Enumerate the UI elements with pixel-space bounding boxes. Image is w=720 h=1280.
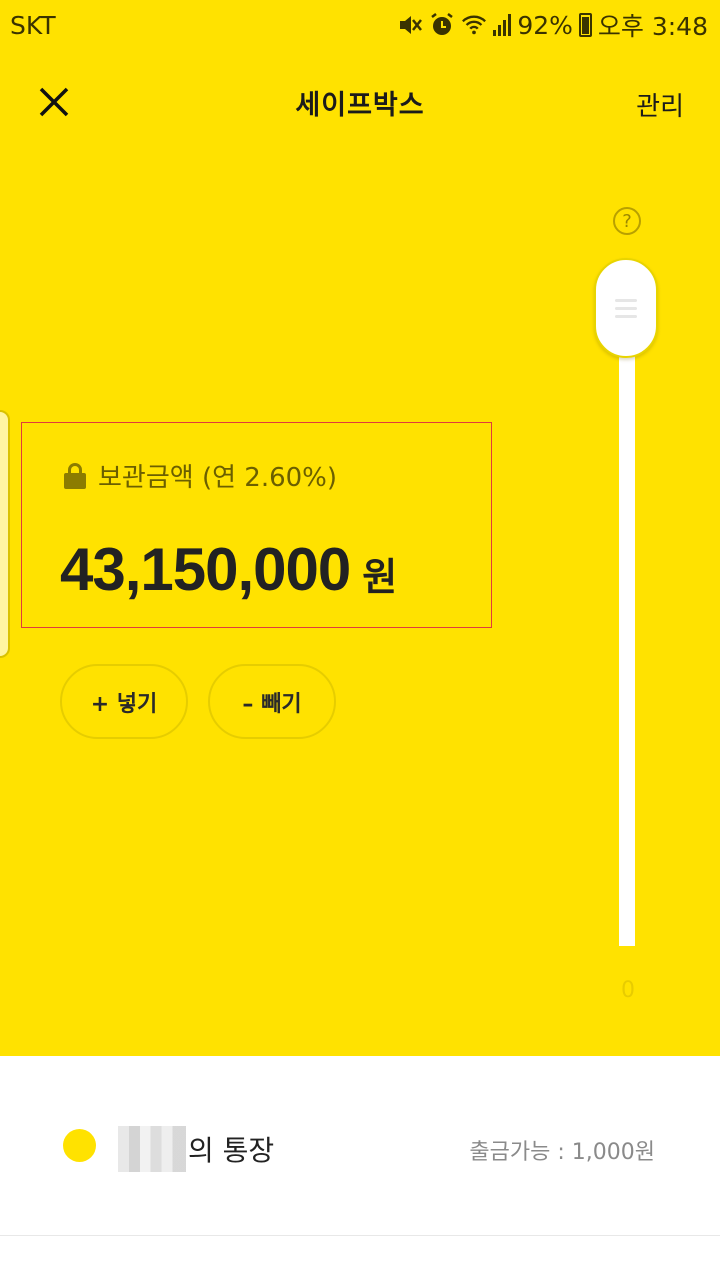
deposit-button[interactable]: + 넣기	[60, 664, 188, 739]
signal-icon	[493, 14, 512, 36]
lock-icon	[64, 462, 86, 489]
withdrawable-amount: 출금가능 : 1,000원	[469, 1140, 655, 1165]
mute-icon	[397, 12, 423, 38]
grip-line	[615, 298, 637, 302]
account-name: 의 통장	[188, 1134, 275, 1167]
grip-line	[615, 314, 637, 318]
stored-amount-row: 43,150,000 원	[60, 535, 397, 604]
account-row[interactable]: 의 통장 출금가능 : 1,000원	[0, 1056, 720, 1236]
stored-amount-label-row: 보관금액 (연 2.60%)	[64, 457, 337, 494]
slider-handle[interactable]	[594, 258, 658, 358]
carrier-label: SKT	[10, 10, 56, 40]
alarm-icon	[429, 12, 455, 38]
stored-amount-value: 43,150,000	[60, 536, 351, 603]
page-title: 세이프박스	[295, 89, 425, 121]
slider-track[interactable]	[619, 330, 635, 946]
header: 세이프박스 관리	[0, 64, 720, 140]
stored-amount-label: 보관금액 (연 2.60%)	[98, 463, 338, 493]
account-panel: 의 통장 출금가능 : 1,000원	[0, 1056, 720, 1280]
withdraw-button[interactable]: – 빼기	[208, 664, 336, 739]
manage-button[interactable]: 관리	[636, 86, 684, 123]
side-tab-handle[interactable]	[0, 410, 10, 658]
currency-unit: 원	[362, 555, 398, 599]
grip-line	[615, 306, 637, 310]
account-color-dot	[63, 1129, 96, 1162]
battery-icon	[578, 13, 592, 37]
wifi-icon	[461, 12, 487, 38]
close-icon	[39, 87, 69, 117]
close-button[interactable]	[24, 72, 84, 132]
masked-account-owner	[118, 1126, 186, 1172]
help-icon[interactable]: ?	[613, 207, 641, 235]
status-icons: 92% 오후 3:48	[397, 7, 708, 43]
stored-amount-card: 보관금액 (연 2.60%) 43,150,000 원	[21, 422, 492, 628]
slider-min-label: 0	[621, 978, 635, 1003]
battery-percent: 92%	[517, 10, 573, 40]
status-bar: SKT 92% 오후 3:48	[0, 0, 720, 50]
clock: 오후 3:48	[597, 12, 708, 41]
